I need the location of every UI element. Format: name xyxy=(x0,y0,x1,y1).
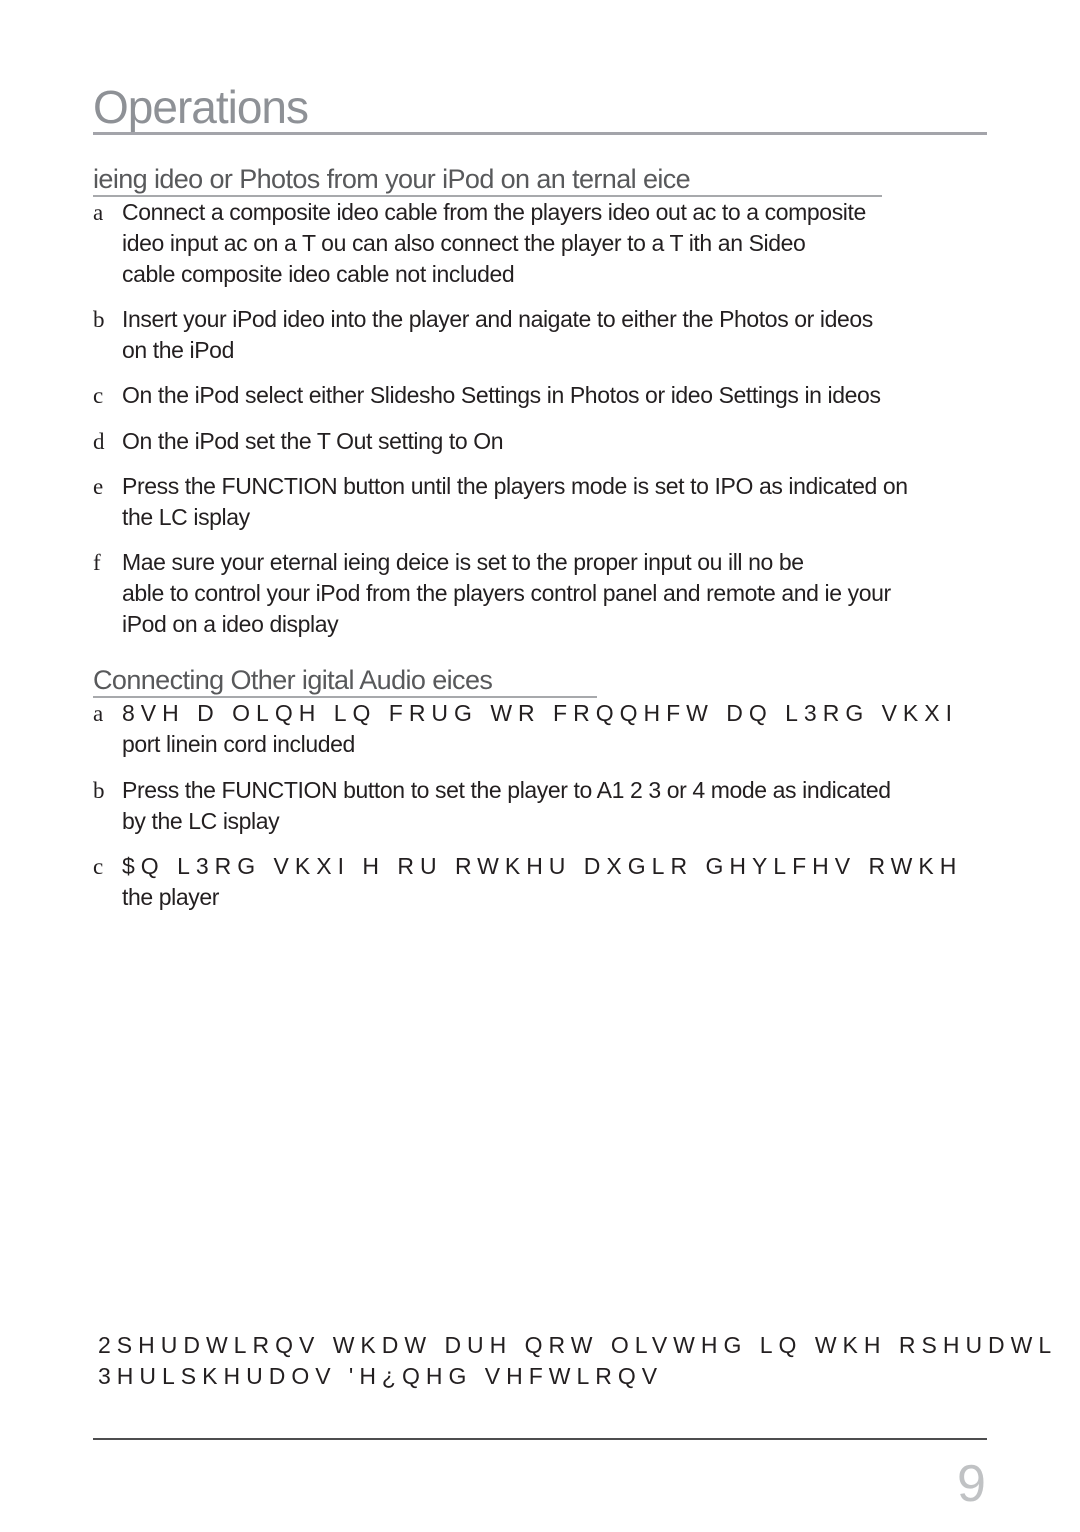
step-line: the LC isplay xyxy=(122,504,250,530)
step-line: On the iPod select either Slidesho Setti… xyxy=(122,382,881,408)
step-text: $Q L3RG VKXI H RU RWKHU DXGLR GHYLFHV RW… xyxy=(122,851,1053,913)
step-line: Press the FUNCTION button to set the pla… xyxy=(122,777,891,803)
step-text: Connect a composite ideo cable from the … xyxy=(122,197,1053,290)
step-line: by the LC isplay xyxy=(122,808,280,834)
step-letter: a xyxy=(93,200,103,225)
section-heading-video-photos: ieing ideo or Photos from your iPod on a… xyxy=(93,166,882,197)
step-1a: a Connect a composite ideo cable from th… xyxy=(93,197,1053,290)
note-line: 2SHUDWLRQV WKDW DUH QRW OLVWHG LQ WKH RS… xyxy=(98,1332,1058,1358)
step-2a: a 8VH D OLQH LQ FRUG WR FRQQHFW DQ L3RG … xyxy=(93,698,1053,760)
step-line: cable composite ideo cable not included xyxy=(122,261,515,287)
step-1e: e Press the FUNCTION button until the pl… xyxy=(93,471,1053,533)
step-text: On the iPod set the T Out setting to On xyxy=(122,426,1053,457)
step-line: iPod on a ideo display xyxy=(122,611,339,637)
step-1d: d On the iPod set the T Out setting to O… xyxy=(93,426,1053,457)
step-1b: b Insert your iPod ideo into the player … xyxy=(93,304,1053,366)
note-line: 3HULSKHUDOV 'H¿QHG VHFWLRQV xyxy=(98,1363,664,1389)
step-letter: c xyxy=(93,383,103,408)
step-letter: e xyxy=(93,474,103,499)
step-line: able to control your iPod from the playe… xyxy=(122,580,891,606)
note-text: 2SHUDWLRQV WKDW DUH QRW OLVWHG LQ WKH RS… xyxy=(98,1330,1057,1392)
step-line: Insert your iPod ideo into the player an… xyxy=(122,306,873,332)
step-letter: b xyxy=(93,778,105,803)
footer-divider xyxy=(93,1438,987,1440)
step-text: Mae sure your eternal ieing deice is set… xyxy=(122,547,1053,640)
step-1c: c On the iPod select either Slidesho Set… xyxy=(93,380,1053,411)
step-2b: b Press the FUNCTION button to set the p… xyxy=(93,775,1053,837)
step-line: ideo input ac on a T ou can also connect… xyxy=(122,230,806,256)
step-2c: c $Q L3RG VKXI H RU RWKHU DXGLR GHYLFHV … xyxy=(93,851,1053,913)
step-text: 8VH D OLQH LQ FRUG WR FRQQHFW DQ L3RG VK… xyxy=(122,698,1053,760)
step-line: On the iPod set the T Out setting to On xyxy=(122,428,504,454)
step-letter: f xyxy=(93,550,101,575)
step-line: 8VH D OLQH LQ FRUG WR FRQQHFW DQ L3RG VK… xyxy=(122,700,959,726)
step-letter: d xyxy=(93,429,105,454)
step-1f: f Mae sure your eternal ieing deice is s… xyxy=(93,547,1053,640)
step-line: the player xyxy=(122,884,220,910)
section-heading-digital-audio: Connecting Other igital Audio eices xyxy=(93,667,597,698)
step-line: on the iPod xyxy=(122,337,234,363)
step-letter: b xyxy=(93,307,105,332)
step-text: On the iPod select either Slidesho Setti… xyxy=(122,380,1053,411)
step-line: port linein cord included xyxy=(122,731,355,757)
step-text: Insert your iPod ideo into the player an… xyxy=(122,304,1053,366)
page-number: 9 xyxy=(957,1455,986,1513)
step-text: Press the FUNCTION button to set the pla… xyxy=(122,775,1053,837)
step-text: Press the FUNCTION button until the play… xyxy=(122,471,1053,533)
page-title: Operations xyxy=(93,81,309,133)
step-line: Mae sure your eternal ieing deice is set… xyxy=(122,549,804,575)
step-letter: a xyxy=(93,701,103,726)
step-line: $Q L3RG VKXI H RU RWKHU DXGLR GHYLFHV RW… xyxy=(122,853,963,879)
title-divider xyxy=(93,132,987,135)
step-line: Connect a composite ideo cable from the … xyxy=(122,199,866,225)
step-letter: c xyxy=(93,854,103,879)
step-line: Press the FUNCTION button until the play… xyxy=(122,473,908,499)
